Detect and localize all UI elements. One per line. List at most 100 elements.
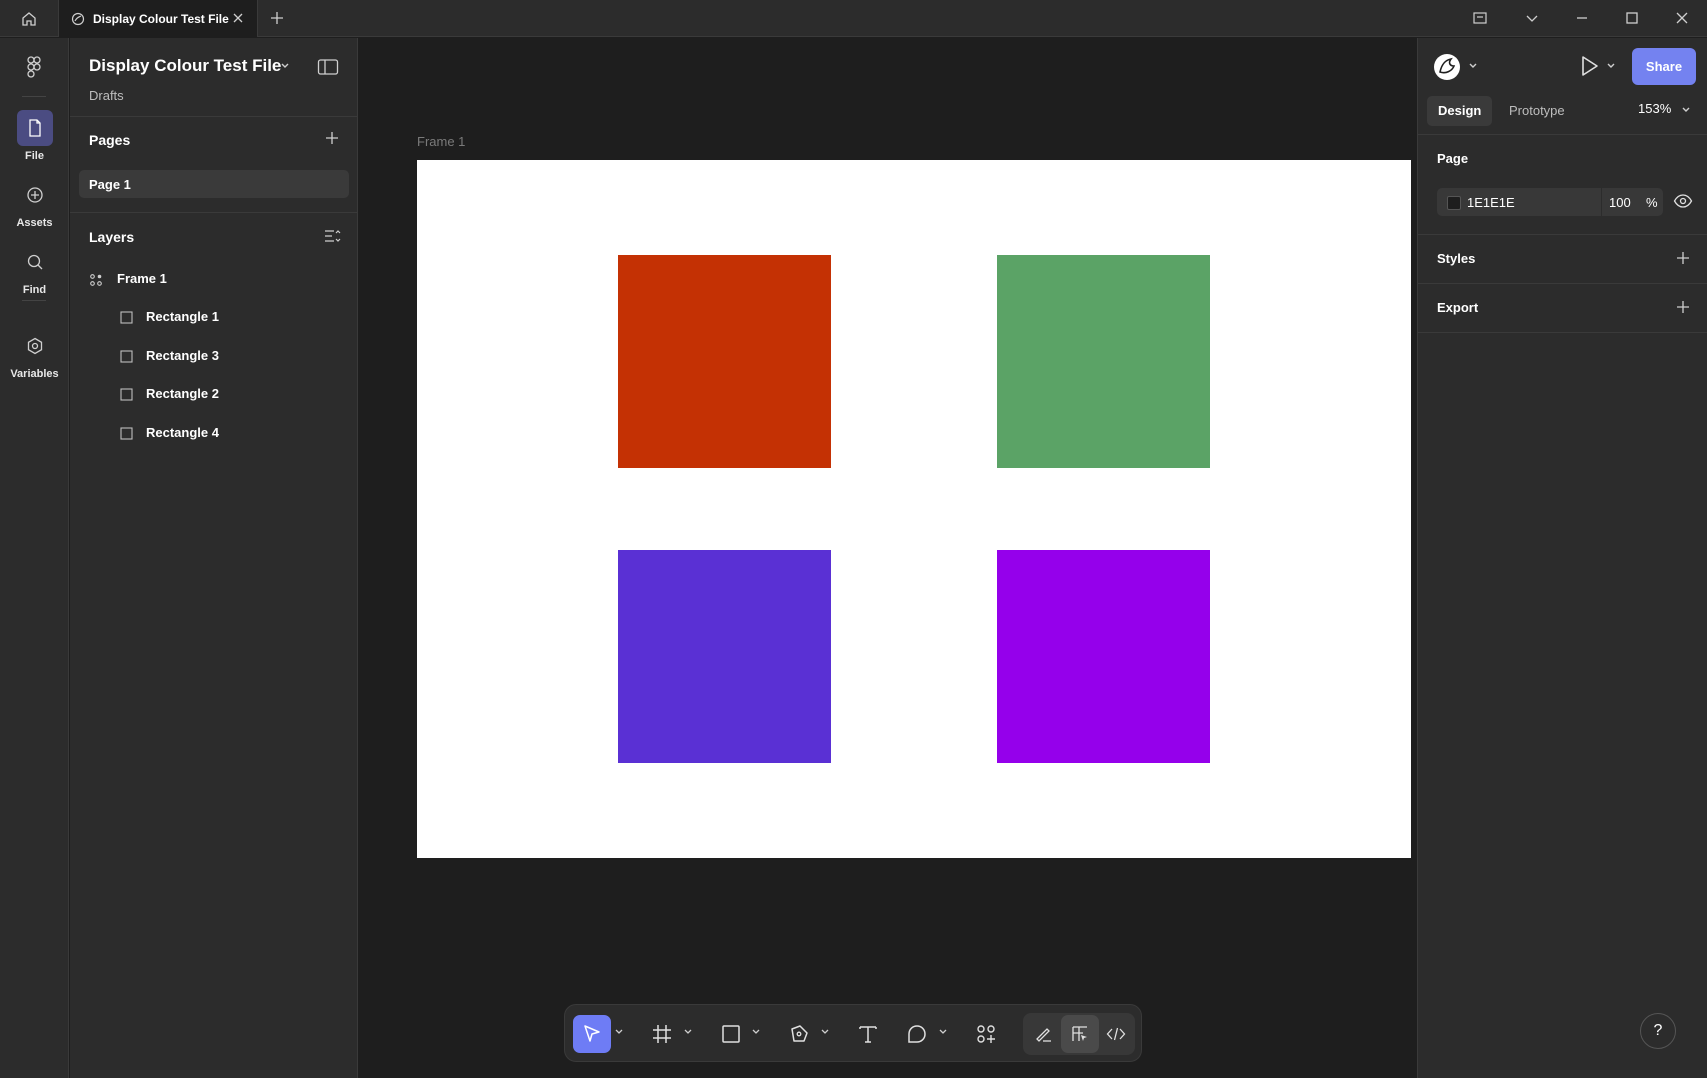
assets-icon bbox=[17, 177, 53, 213]
chevron-down-icon[interactable] bbox=[1468, 62, 1478, 70]
chevron-down-icon[interactable] bbox=[1524, 9, 1540, 27]
close-icon[interactable] bbox=[231, 11, 245, 25]
add-style-icon[interactable] bbox=[1674, 249, 1692, 267]
layer-row[interactable]: Rectangle 2 bbox=[70, 380, 358, 408]
layers-heading: Layers bbox=[89, 229, 135, 245]
opacity-unit: % bbox=[1646, 195, 1658, 210]
frame-label[interactable]: Frame 1 bbox=[417, 134, 465, 149]
home-icon[interactable] bbox=[14, 8, 44, 30]
rectangle-icon bbox=[120, 350, 133, 363]
add-export-icon[interactable] bbox=[1674, 298, 1692, 316]
window-close-icon[interactable] bbox=[1674, 9, 1690, 27]
rail-item-file[interactable]: File bbox=[0, 110, 69, 162]
variables-icon bbox=[17, 328, 53, 364]
right-panel: Share Design Prototype 153% Page 1E1E1E … bbox=[1417, 38, 1707, 1078]
move-tool-icon[interactable] bbox=[573, 1015, 611, 1053]
share-button[interactable]: Share bbox=[1632, 48, 1696, 85]
layer-row-frame[interactable]: Frame 1 bbox=[70, 265, 358, 293]
layer-label: Rectangle 1 bbox=[146, 309, 219, 324]
rectangle-4[interactable] bbox=[997, 550, 1210, 763]
rectangle-tool-icon[interactable] bbox=[712, 1015, 750, 1053]
rail-divider bbox=[22, 96, 46, 97]
page-color-hex[interactable]: 1E1E1E bbox=[1467, 195, 1515, 210]
rectangle-icon bbox=[120, 311, 133, 324]
layer-label: Rectangle 4 bbox=[146, 425, 219, 440]
rail-item-assets[interactable]: Assets bbox=[0, 177, 69, 229]
divider bbox=[1418, 332, 1707, 333]
chevron-down-icon[interactable] bbox=[1606, 62, 1616, 70]
dev-mode-icon[interactable] bbox=[1097, 1015, 1135, 1053]
sidebar-toggle-icon[interactable] bbox=[317, 58, 339, 76]
comment-tool-icon[interactable] bbox=[898, 1015, 936, 1053]
rectangle-icon bbox=[120, 388, 133, 401]
rail-item-variables[interactable]: Variables bbox=[0, 328, 69, 380]
layers-sort-icon[interactable] bbox=[323, 227, 341, 245]
chevron-down-icon[interactable] bbox=[615, 1029, 623, 1035]
rail-item-label: File bbox=[25, 150, 44, 162]
rail-item-find[interactable]: Find bbox=[0, 244, 69, 296]
bottom-toolbar bbox=[564, 1004, 1142, 1062]
page-item[interactable]: Page 1 bbox=[79, 170, 349, 198]
page-color-field[interactable]: 1E1E1E 100 % bbox=[1437, 188, 1663, 216]
frame-tool-icon[interactable] bbox=[643, 1015, 681, 1053]
figma-logo-icon[interactable] bbox=[24, 56, 44, 78]
title-bar: Display Colour Test File bbox=[0, 0, 1707, 37]
left-rail: File Assets Find Variables bbox=[0, 38, 69, 1078]
text-tool-icon[interactable] bbox=[849, 1015, 887, 1053]
pen-tool-icon[interactable] bbox=[780, 1015, 818, 1053]
add-page-icon[interactable] bbox=[323, 129, 341, 147]
chevron-down-icon[interactable] bbox=[684, 1029, 692, 1035]
layer-row[interactable]: Rectangle 1 bbox=[70, 303, 358, 331]
export-heading: Export bbox=[1437, 300, 1479, 315]
tab-design[interactable]: Design bbox=[1427, 96, 1493, 126]
rectangle-icon bbox=[120, 427, 133, 440]
draw-mode-icon[interactable] bbox=[1025, 1015, 1063, 1053]
frame-icon bbox=[89, 273, 103, 287]
zoom-level[interactable]: 153% bbox=[1638, 101, 1671, 116]
pages-heading: Pages bbox=[89, 132, 131, 148]
design-mode-icon[interactable] bbox=[1061, 1015, 1099, 1053]
file-location[interactable]: Drafts bbox=[89, 88, 124, 103]
styles-heading: Styles bbox=[1437, 251, 1476, 266]
layer-row[interactable]: Rectangle 3 bbox=[70, 342, 358, 370]
chevron-down-icon[interactable] bbox=[939, 1029, 947, 1035]
chevron-down-icon[interactable] bbox=[1681, 106, 1691, 114]
page-opacity-value[interactable]: 100 bbox=[1609, 195, 1631, 210]
page-heading: Page bbox=[1437, 151, 1469, 166]
file-icon bbox=[16, 110, 53, 146]
maximize-icon[interactable] bbox=[1624, 9, 1640, 27]
chevron-down-icon[interactable] bbox=[280, 62, 290, 70]
rail-item-label: Assets bbox=[16, 217, 53, 229]
divider bbox=[1418, 134, 1707, 135]
file-name[interactable]: Display Colour Test File bbox=[89, 56, 281, 76]
rail-item-label: Variables bbox=[10, 368, 59, 380]
layer-label: Frame 1 bbox=[117, 271, 167, 286]
mode-switcher bbox=[1023, 1013, 1135, 1055]
file-tab[interactable]: Display Colour Test File bbox=[58, 0, 258, 37]
tab-prototype[interactable]: Prototype bbox=[1498, 96, 1576, 126]
rectangle-1[interactable] bbox=[618, 255, 831, 468]
layer-label: Rectangle 2 bbox=[146, 386, 219, 401]
frame[interactable] bbox=[417, 160, 1411, 858]
help-button[interactable]: ? bbox=[1640, 1013, 1676, 1049]
search-icon bbox=[17, 244, 53, 280]
color-swatch[interactable] bbox=[1447, 196, 1461, 210]
rectangle-3[interactable] bbox=[997, 255, 1210, 468]
actions-icon[interactable] bbox=[967, 1015, 1005, 1053]
eye-icon[interactable] bbox=[1673, 193, 1693, 209]
window-icon[interactable] bbox=[1472, 9, 1488, 27]
chevron-down-icon[interactable] bbox=[752, 1029, 760, 1035]
layer-label: Rectangle 3 bbox=[146, 348, 219, 363]
figma-tab-icon bbox=[71, 12, 85, 26]
rectangle-2[interactable] bbox=[618, 550, 831, 763]
divider bbox=[1418, 234, 1707, 235]
present-icon[interactable] bbox=[1578, 54, 1600, 78]
chevron-down-icon[interactable] bbox=[821, 1029, 829, 1035]
avatar[interactable] bbox=[1432, 52, 1462, 82]
canvas[interactable]: Frame 1 bbox=[359, 38, 1416, 1078]
layer-row[interactable]: Rectangle 4 bbox=[70, 419, 358, 447]
divider bbox=[70, 212, 358, 213]
minimize-icon[interactable] bbox=[1574, 9, 1590, 27]
plus-icon[interactable] bbox=[268, 9, 286, 27]
rail-item-label: Find bbox=[22, 284, 47, 296]
